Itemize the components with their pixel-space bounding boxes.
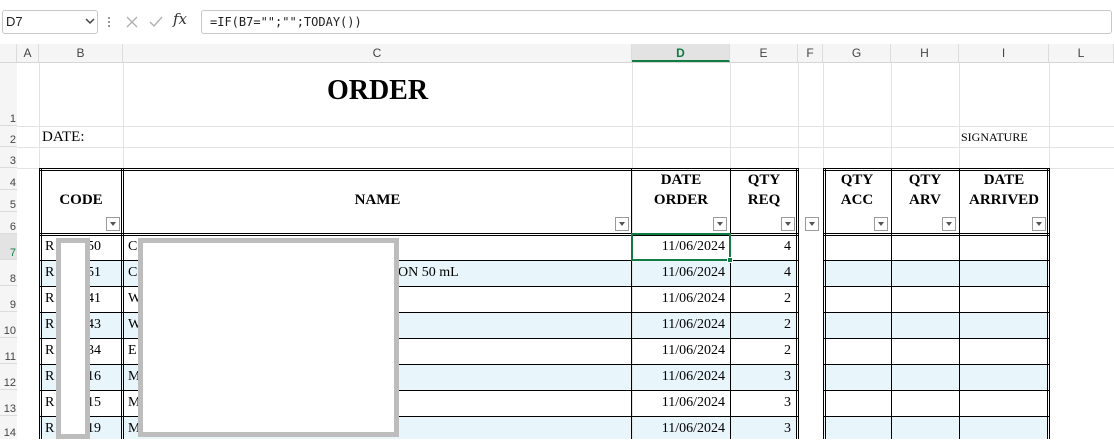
date-order-cell[interactable]: 11/06/2024 [632,390,728,416]
filter-dropdown-qty-arv[interactable] [942,217,956,231]
filter-dropdown-code[interactable] [106,217,120,231]
header-qty-arv-line2: ARV [909,192,941,208]
qty-req-cell[interactable]: 2 [730,338,794,364]
name-cell-suffix[interactable] [398,338,598,364]
row-header-6[interactable]: 6 [0,212,17,234]
cancel-icon[interactable] [124,14,140,30]
date-order-cell[interactable]: 11/06/2024 [632,416,728,442]
qty-req-cell[interactable]: 3 [730,390,794,416]
row-header-8[interactable]: 8 [0,260,17,286]
row-header-11[interactable]: 11 [0,338,17,364]
header-qty-arv-line1: QTY [908,172,942,188]
date-order-cell[interactable]: 11/06/2024 [632,260,728,286]
code-cell-suffix[interactable]: 16 [87,364,117,390]
column-header-b[interactable]: B [39,44,123,62]
qty-req-cell[interactable]: 2 [730,312,794,338]
row-header-9[interactable]: 9 [0,286,17,312]
header-name: NAME [354,192,401,208]
column-header-bar: A B C D E F G H I L [0,44,1114,63]
row-header-7[interactable]: 7 [0,234,17,260]
header-qty-req-line1: QTY [747,172,781,188]
selected-cell-d7[interactable] [631,233,731,261]
name-cell-suffix[interactable] [398,416,598,442]
fill-handle[interactable] [727,257,733,263]
name-cell-suffix[interactable] [398,312,598,338]
row-header-3[interactable]: 3 [0,147,17,168]
filter-dropdown-qty-req[interactable] [781,217,795,231]
chevron-down-icon[interactable] [84,15,96,27]
redaction-box [56,238,90,439]
name-cell-suffix[interactable] [398,364,598,390]
formula-input[interactable]: =IF(B7="";"";TODAY()) [201,10,1112,34]
date-label: DATE: [42,129,85,145]
qty-req-cell[interactable]: 3 [730,364,794,390]
column-header-f[interactable]: F [798,44,823,62]
select-all-corner[interactable] [0,44,17,62]
column-header-d[interactable]: D [632,44,730,62]
filter-dropdown-date-arrived[interactable] [1032,217,1046,231]
header-qty-acc-line1: QTY [840,172,874,188]
column-header-g[interactable]: G [823,44,891,62]
qty-req-cell[interactable]: 4 [730,260,794,286]
column-header-h[interactable]: H [891,44,959,62]
date-order-cell[interactable]: 11/06/2024 [632,338,728,364]
filter-dropdown-f[interactable] [805,217,819,231]
sheet-grid[interactable]: ORDER DATE: SIGNATURE CODE NAME DATE ORD… [17,63,1114,439]
redaction-box [138,238,399,437]
sheet-title: ORDER [326,75,429,106]
code-cell-suffix[interactable]: 50 [87,234,117,260]
row-band [823,260,1048,286]
name-cell-suffix[interactable] [398,234,598,260]
code-cell-suffix[interactable]: 51 [87,260,117,286]
row-header-10[interactable]: 10 [0,312,17,338]
header-code: CODE [59,192,103,208]
more-options-icon[interactable] [107,15,111,29]
header-date-order-line2: ORDER [653,192,709,208]
row-header-2[interactable]: 2 [0,126,17,147]
filter-dropdown-date-order[interactable] [713,217,727,231]
row-header-1[interactable]: 1 [0,63,17,126]
column-header-l[interactable]: L [1049,44,1114,62]
column-header-a[interactable]: A [17,44,39,62]
row-header-4[interactable]: 4 [0,168,17,190]
filter-dropdown-qty-acc[interactable] [874,217,888,231]
header-date-arrived-line2: ARRIVED [968,192,1039,208]
header-qty-acc-line2: ACC [840,192,874,208]
filter-dropdown-name[interactable] [615,217,629,231]
enter-check-icon[interactable] [148,14,164,30]
code-cell-suffix[interactable]: 34 [87,338,117,364]
code-cell-suffix[interactable]: 15 [87,390,117,416]
row-band [823,416,1048,439]
column-header-i[interactable]: I [959,44,1049,62]
row-band [823,364,1048,390]
qty-req-cell[interactable]: 3 [730,416,794,442]
column-header-c[interactable]: C [123,44,632,62]
header-qty-req-line2: REQ [747,192,781,208]
formula-bar: D7 fx =IF(B7="";"";TODAY()) [0,0,1114,44]
name-cell-suffix[interactable] [398,286,598,312]
row-header-5[interactable]: 5 [0,190,17,212]
insert-function-icon[interactable]: fx [173,10,193,32]
column-header-e[interactable]: E [730,44,798,62]
code-cell-suffix[interactable]: 41 [87,286,117,312]
signature-label: SIGNATURE [961,130,1028,144]
date-order-cell[interactable]: 11/06/2024 [632,364,728,390]
row-band [823,312,1048,338]
date-order-cell[interactable]: 11/06/2024 [632,286,728,312]
code-cell-suffix[interactable]: 43 [87,312,117,338]
qty-req-cell[interactable]: 4 [730,234,794,260]
row-header-14[interactable]: 14 [0,416,17,439]
row-header-13[interactable]: 13 [0,390,17,416]
header-date-arrived-line1: DATE [983,172,1025,188]
name-cell-suffix[interactable] [398,390,598,416]
code-cell-suffix[interactable]: 19 [87,416,117,442]
date-order-cell[interactable]: 11/06/2024 [632,312,728,338]
qty-req-cell[interactable]: 2 [730,286,794,312]
header-date-order-line1: DATE [660,172,702,188]
row-header-12[interactable]: 12 [0,364,17,390]
name-cell-suffix[interactable]: ON 50 mL [398,260,598,286]
